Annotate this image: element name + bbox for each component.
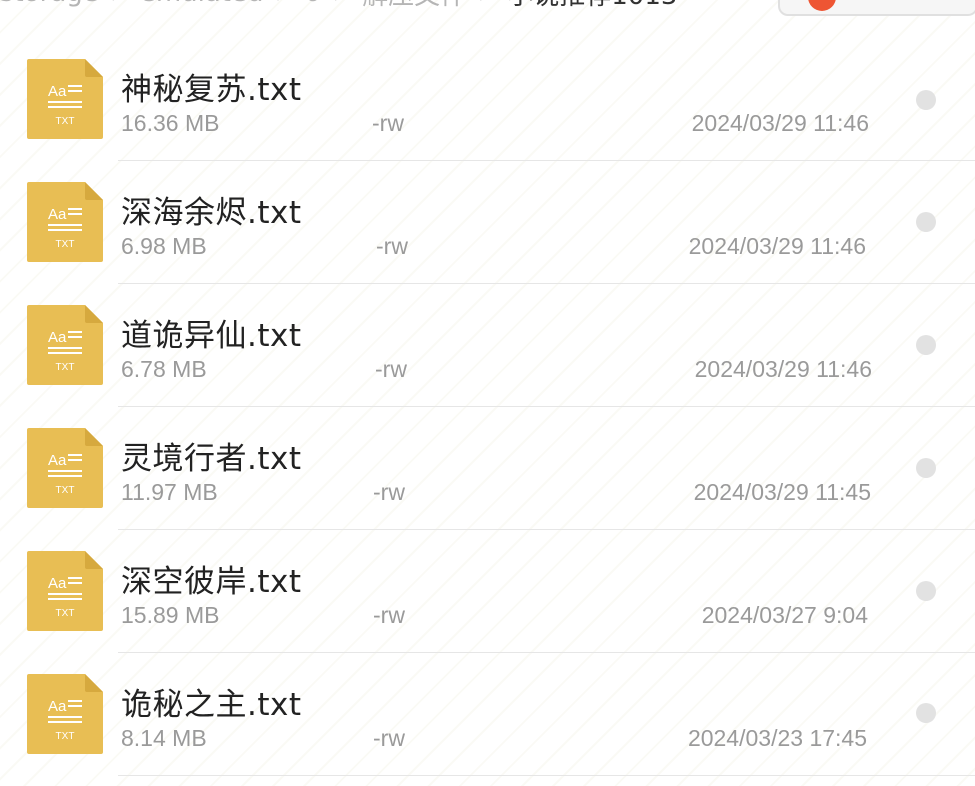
svg-text:Aa: Aa bbox=[48, 206, 67, 223]
file-size: 6.78 MB bbox=[121, 356, 207, 382]
row-divider bbox=[118, 775, 975, 776]
file-name: 道诡异仙.txt bbox=[121, 318, 302, 354]
row-divider bbox=[118, 652, 975, 653]
txt-file-icon: Aa TXT bbox=[27, 305, 103, 385]
select-radio-button[interactable] bbox=[916, 458, 936, 478]
select-radio-button[interactable] bbox=[916, 212, 936, 232]
file-modified-date: 2024/03/29 11:46 bbox=[694, 356, 872, 382]
svg-text:TXT: TXT bbox=[56, 608, 75, 619]
svg-text:TXT: TXT bbox=[56, 485, 75, 496]
svg-text:TXT: TXT bbox=[56, 731, 75, 742]
file-modified-date: 2024/03/29 11:45 bbox=[693, 479, 871, 505]
file-permissions: -rw bbox=[373, 602, 405, 628]
svg-text:Aa: Aa bbox=[48, 329, 67, 346]
file-browser: storage ▸ emulated ▸ 0 ▸ 解压文件 ▸ 小说推荐1013… bbox=[0, 0, 975, 786]
file-name: 诡秘之主.txt bbox=[121, 687, 302, 723]
file-row[interactable]: Aa TXT 诡秘之主.txt 8.14 MB -rw 2024/03/23 1… bbox=[0, 0, 975, 754]
svg-text:Aa: Aa bbox=[48, 452, 67, 469]
row-divider bbox=[118, 283, 975, 284]
file-size: 15.89 MB bbox=[121, 602, 220, 628]
file-permissions: -rw bbox=[376, 233, 408, 259]
svg-text:TXT: TXT bbox=[56, 239, 75, 250]
file-name: 灵境行者.txt bbox=[121, 441, 302, 477]
svg-text:Aa: Aa bbox=[48, 698, 67, 715]
file-size: 11.97 MB bbox=[121, 479, 218, 505]
file-name: 深海余烬.txt bbox=[121, 195, 302, 231]
file-size: 8.14 MB bbox=[121, 725, 207, 751]
file-modified-date: 2024/03/27 9:04 bbox=[701, 602, 868, 628]
svg-text:TXT: TXT bbox=[56, 362, 75, 373]
select-radio-button[interactable] bbox=[916, 581, 936, 601]
select-radio-button[interactable] bbox=[916, 703, 936, 723]
file-modified-date: 2024/03/29 11:46 bbox=[688, 233, 866, 259]
row-divider bbox=[118, 529, 975, 530]
file-size: 6.98 MB bbox=[121, 233, 207, 259]
file-name: 深空彼岸.txt bbox=[121, 564, 302, 600]
txt-file-icon: Aa TXT bbox=[27, 674, 103, 754]
file-permissions: -rw bbox=[375, 356, 407, 382]
row-divider bbox=[118, 160, 975, 161]
file-modified-date: 2024/03/23 17:45 bbox=[687, 725, 867, 751]
txt-file-icon: Aa TXT bbox=[27, 551, 103, 631]
file-permissions: -rw bbox=[373, 479, 405, 505]
select-radio-button[interactable] bbox=[916, 335, 936, 355]
txt-file-icon: Aa TXT bbox=[27, 428, 103, 508]
file-permissions: -rw bbox=[373, 725, 405, 751]
row-divider bbox=[118, 406, 975, 407]
txt-file-icon: Aa TXT bbox=[27, 182, 103, 262]
svg-text:Aa: Aa bbox=[48, 575, 67, 592]
